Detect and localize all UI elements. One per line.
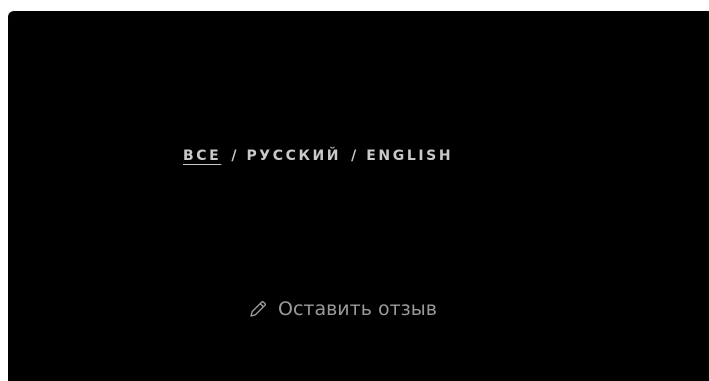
language-separator: /	[231, 148, 237, 164]
pencil-icon	[248, 299, 268, 319]
leave-feedback-button[interactable]: Оставить отзыв	[248, 298, 437, 320]
language-separator: /	[351, 148, 357, 164]
language-option-all[interactable]: ВСЕ	[183, 148, 221, 164]
language-option-russian[interactable]: РУССКИЙ	[246, 148, 341, 164]
dark-panel: ВСЕ / РУССКИЙ / ENGLISH Оставить отзыв	[8, 11, 709, 381]
leave-feedback-label: Оставить отзыв	[278, 298, 437, 320]
language-filter: ВСЕ / РУССКИЙ / ENGLISH	[183, 148, 453, 164]
language-option-english[interactable]: ENGLISH	[366, 148, 453, 164]
